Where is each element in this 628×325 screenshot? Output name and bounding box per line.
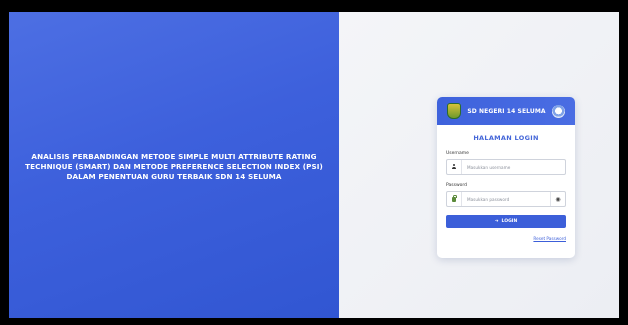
password-label: Password bbox=[446, 183, 468, 188]
eye-icon[interactable]: ◉ bbox=[550, 192, 565, 206]
login-title: HALAMAN LOGIN bbox=[473, 134, 539, 142]
login-panel: SD NEGERI 14 SELUMA HALAMAN LOGIN Userna… bbox=[339, 12, 619, 318]
crest-icon bbox=[551, 104, 565, 118]
login-card: SD NEGERI 14 SELUMA HALAMAN LOGIN Userna… bbox=[437, 97, 575, 258]
school-emblem-icon bbox=[447, 103, 462, 119]
username-label: Username bbox=[446, 151, 469, 156]
login-form: HALAMAN LOGIN Username Password ◉ ➔ LOGI… bbox=[437, 125, 575, 241]
password-input[interactable] bbox=[462, 192, 550, 206]
card-header: SD NEGERI 14 SELUMA bbox=[437, 97, 575, 125]
app-window: ANALISIS PERBANDINGAN METODE SIMPLE MULT… bbox=[9, 12, 619, 318]
hero-panel: ANALISIS PERBANDINGAN METODE SIMPLE MULT… bbox=[9, 12, 339, 318]
user-icon bbox=[447, 160, 462, 174]
username-input[interactable] bbox=[462, 160, 565, 174]
hero-title: ANALISIS PERBANDINGAN METODE SIMPLE MULT… bbox=[25, 152, 323, 181]
reset-password-link[interactable]: Reset Password bbox=[446, 236, 566, 241]
sign-in-icon: ➔ bbox=[494, 219, 499, 224]
school-name: SD NEGERI 14 SELUMA bbox=[467, 107, 546, 115]
password-input-group: ◉ bbox=[446, 191, 566, 207]
login-button[interactable]: ➔ LOGIN bbox=[446, 215, 566, 228]
login-button-label: LOGIN bbox=[501, 219, 518, 224]
username-input-group bbox=[446, 159, 566, 175]
lock-icon bbox=[447, 192, 462, 206]
